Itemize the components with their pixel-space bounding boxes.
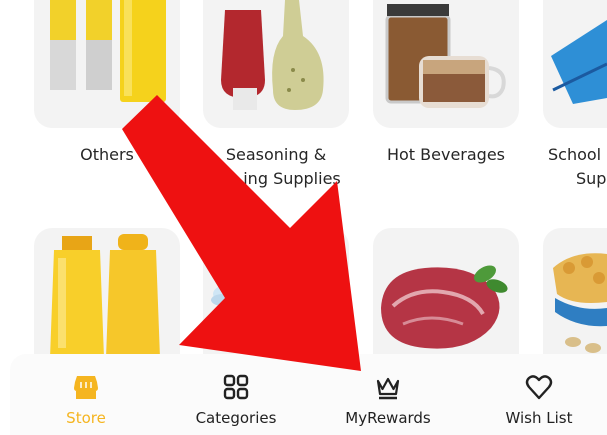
grid-icon <box>223 374 249 400</box>
category-label-others: Others <box>80 145 134 164</box>
category-tile-school[interactable] <box>543 0 607 128</box>
notebook-image <box>551 20 607 104</box>
nav-item-store[interactable]: Store <box>26 372 146 430</box>
category-label-seasoning-line2: ing Supplies <box>243 169 341 188</box>
category-tile-seasoning[interactable] <box>203 0 349 128</box>
category-tile-others[interactable] <box>34 0 180 128</box>
nav-label-myrewards: MyRewards <box>345 409 431 427</box>
nav-label-wish-list: Wish List <box>505 409 573 427</box>
store-icon <box>74 376 98 399</box>
category-label-hot-beverages: Hot Beverages <box>386 145 506 164</box>
app-screen: Others Seasoning & ing Supplies Hot Beve… <box>0 0 607 435</box>
coffee-image <box>385 4 506 108</box>
nav-item-wish-list[interactable]: Wish List <box>479 372 599 430</box>
heart-icon <box>525 375 553 400</box>
category-label-seasoning-line1: Seasoning & <box>225 145 327 164</box>
nav-label-store: Store <box>66 409 106 427</box>
bottom-nav-bar: Store Categories MyRewards Wish List <box>10 354 607 435</box>
batteries-image <box>50 0 166 102</box>
category-tile-hot-beverages[interactable] <box>373 0 519 128</box>
category-label-school-line2: Sup <box>576 169 607 188</box>
nav-label-categories: Categories <box>195 409 277 427</box>
nav-item-categories[interactable]: Categories <box>176 372 296 430</box>
sauce-bottles-image <box>221 0 324 110</box>
nav-item-myrewards[interactable]: MyRewards <box>328 372 448 430</box>
category-label-school-line1: School <box>548 145 602 164</box>
crown-icon <box>376 377 400 400</box>
